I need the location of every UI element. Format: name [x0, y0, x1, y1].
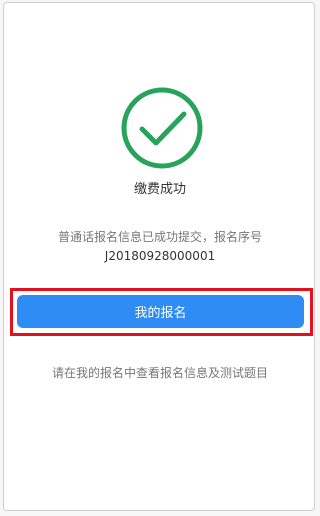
hint-text: 请在我的报名中查看报名信息及测试题目: [51, 366, 268, 380]
check-circle-ring: [121, 87, 203, 169]
registration-number: J20180928000001: [104, 249, 216, 263]
checkmark: [139, 111, 187, 146]
submission-message: 普通话报名信息已成功提交，报名序号: [57, 230, 262, 244]
my-registration-button[interactable]: 我的报名: [17, 295, 304, 328]
payment-success-title: 缴费成功: [133, 182, 186, 197]
check-circle-icon: [121, 87, 203, 169]
